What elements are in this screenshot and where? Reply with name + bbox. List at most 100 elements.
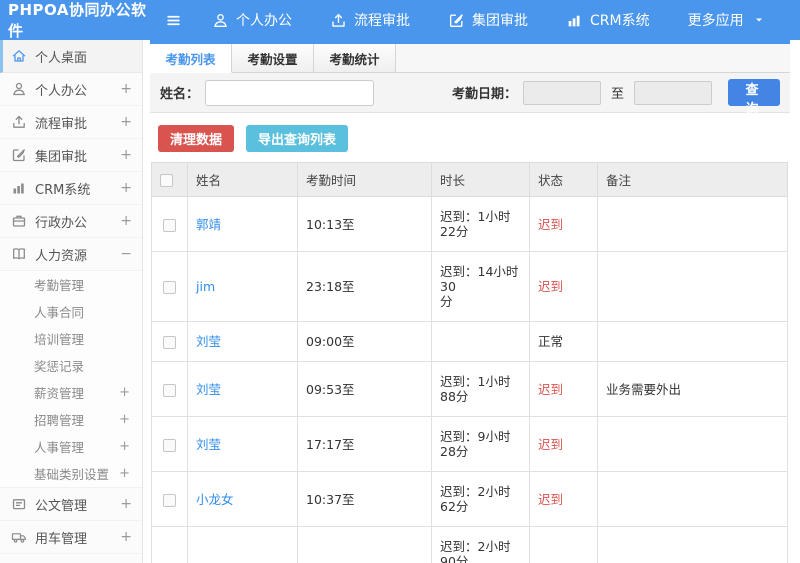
employee-name-link[interactable]: 刘莹 <box>196 437 221 452</box>
duration-cell: 迟到：2小时62分 <box>431 471 530 527</box>
table-row: 管理员 10:54至10:54 迟到：2小时90分早退：7小时10分 迟到/早退… <box>151 526 788 563</box>
employee-name-link[interactable]: 小龙女 <box>196 492 234 507</box>
bar-chart-icon <box>11 180 27 196</box>
topnav-more-apps[interactable]: 更多应用 <box>688 10 765 30</box>
expand-toggle[interactable]: + <box>120 496 132 512</box>
note-cell: 业务需要外出 <box>597 361 788 417</box>
expand-toggle[interactable]: + <box>119 385 130 400</box>
sidebar-item-crm[interactable]: CRM系统 + <box>0 172 142 205</box>
book-icon <box>11 246 27 262</box>
date-from-input[interactable] <box>523 80 602 105</box>
duration-cell: 迟到：2小时90分早退：7小时10分 <box>431 526 530 563</box>
employee-name-link[interactable]: 刘莹 <box>196 334 221 349</box>
search-button[interactable]: 查 询 <box>728 79 780 116</box>
expand-toggle[interactable]: + <box>119 412 130 427</box>
sub-item-label: 招聘管理 <box>34 413 85 428</box>
expand-toggle[interactable]: + <box>120 114 132 130</box>
sidebar-item-document-mgmt[interactable]: 公文管理 + <box>0 488 142 521</box>
sidebar-item-personnel-mgmt[interactable]: 人事管理 + <box>0 433 142 460</box>
expand-toggle[interactable]: + <box>120 180 132 196</box>
sub-item-label: 人事合同 <box>34 305 85 320</box>
employee-name-link[interactable]: jim <box>196 279 215 294</box>
header-time: 考勤时间 <box>297 162 432 197</box>
sidebar-item-label: 个人办公 <box>35 83 88 99</box>
workflow-icon <box>330 12 347 29</box>
sidebar-item-training-mgmt[interactable]: 培训管理 <box>0 325 142 352</box>
expand-toggle[interactable]: + <box>120 529 132 545</box>
home-icon <box>11 48 27 64</box>
sidebar-item-group-approval[interactable]: 集团审批 + <box>0 139 142 172</box>
status-badge: 迟到 <box>538 436 564 452</box>
menu-toggle-icon[interactable] <box>150 12 196 29</box>
document-icon <box>11 496 27 512</box>
sub-item-label: 薪资管理 <box>34 386 85 401</box>
clear-data-button[interactable]: 清理数据 <box>158 125 235 152</box>
row-checkbox[interactable] <box>163 493 176 507</box>
sub-item-label: 基础类别设置 <box>34 467 110 482</box>
attendance-table: 姓名 考勤时间 时长 状态 备注 郭靖 10:13至 迟到：1小时22分 迟到 … <box>151 162 788 563</box>
table-header-row: 姓名 考勤时间 时长 状态 备注 <box>151 162 788 197</box>
bar-chart-icon <box>566 12 583 29</box>
duration-cell: 迟到：1小时22分 <box>431 196 530 252</box>
expand-toggle[interactable]: + <box>119 439 130 454</box>
main-content: 考勤列表 考勤设置 考勤统计 姓名： 考勤日期： 至 查 询 清理数据 导出查询… <box>150 40 790 563</box>
expand-toggle[interactable]: + <box>120 213 132 229</box>
sidebar-item-recruit-mgmt[interactable]: 招聘管理 + <box>0 406 142 433</box>
attendance-time: 09:53至 <box>297 361 432 417</box>
top-nav: 个人办公 流程审批 集团审批 CRM系统 更多应用 <box>212 10 765 30</box>
sidebar-item-reward-punishment[interactable]: 奖惩记录 <box>0 352 142 379</box>
tab-bar: 考勤列表 考勤设置 考勤统计 <box>150 44 790 73</box>
duration-cell: 迟到：9小时28分 <box>431 416 530 472</box>
export-list-button[interactable]: 导出查询列表 <box>246 125 349 152</box>
status-badge: 迟到 <box>538 216 564 232</box>
user-icon <box>11 81 27 97</box>
sidebar-item-vehicle-mgmt[interactable]: 用车管理 + <box>0 521 142 554</box>
topnav-crm[interactable]: CRM系统 <box>566 10 650 30</box>
sidebar-item-workflow-approval[interactable]: 流程审批 + <box>0 106 142 139</box>
note-cell: 1111 <box>597 526 788 563</box>
sidebar-item-salary-mgmt[interactable]: 薪资管理 + <box>0 379 142 406</box>
user-icon <box>212 12 229 29</box>
sidebar-item-label: 人力资源 <box>35 248 88 264</box>
workflow-icon <box>11 114 27 130</box>
name-filter-input[interactable] <box>205 79 375 106</box>
date-to-input[interactable] <box>634 80 713 105</box>
table-row: 刘莹 09:53至 迟到：1小时88分 迟到 业务需要外出 <box>151 361 788 417</box>
row-checkbox[interactable] <box>163 336 176 349</box>
row-checkbox[interactable] <box>163 218 176 232</box>
tab-attendance-settings[interactable]: 考勤设置 <box>232 44 314 72</box>
sidebar-item-attendance-mgmt[interactable]: 考勤管理 <box>0 271 142 298</box>
sidebar-item-label: 行政办公 <box>35 215 88 231</box>
sidebar: 个人桌面 个人办公 + 流程审批 + 集团审批 + CRM系统 + 行政办公 +… <box>0 40 143 563</box>
status-badge: 迟到 <box>538 381 564 397</box>
expand-toggle[interactable]: + <box>120 81 132 97</box>
topnav-workflow-approval[interactable]: 流程审批 <box>330 10 410 30</box>
sidebar-item-hr[interactable]: 人力资源 − <box>0 238 142 271</box>
topnav-personal-office[interactable]: 个人办公 <box>212 10 292 30</box>
tab-attendance-list[interactable]: 考勤列表 <box>150 44 232 73</box>
sidebar-item-hr-contract[interactable]: 人事合同 <box>0 298 142 325</box>
row-checkbox[interactable] <box>163 383 176 397</box>
row-checkbox[interactable] <box>163 438 176 452</box>
sidebar-item-personal-office[interactable]: 个人办公 + <box>0 73 142 106</box>
employee-name-link[interactable]: 郭靖 <box>196 217 221 232</box>
expand-toggle[interactable]: + <box>120 147 132 163</box>
note-cell <box>597 321 788 362</box>
topnav-group-approval[interactable]: 集团审批 <box>448 10 528 30</box>
row-checkbox[interactable] <box>163 281 176 294</box>
sidebar-item-base-category-settings[interactable]: 基础类别设置 + <box>0 460 142 487</box>
sidebar-item-label: 流程审批 <box>35 116 88 132</box>
collapse-toggle[interactable]: − <box>120 246 132 262</box>
sidebar-item-admin-office[interactable]: 行政办公 + <box>0 205 142 238</box>
app-title: PHPOA协同办公软件 <box>8 1 147 40</box>
expand-toggle[interactable]: + <box>119 466 130 481</box>
tab-attendance-stats[interactable]: 考勤统计 <box>314 44 396 72</box>
attendance-time: 10:54至10:54 <box>297 526 432 563</box>
sidebar-item-personal-desktop[interactable]: 个人桌面 <box>0 40 142 73</box>
duration-cell <box>431 321 530 362</box>
select-all-checkbox[interactable] <box>160 174 173 187</box>
duration-cell: 迟到：14小时30 分 <box>431 251 530 322</box>
status-badge: 迟到 <box>538 491 564 507</box>
top-bar: PHPOA协同办公软件 个人办公 流程审批 集团审批 CRM系统 更多应用 <box>0 0 800 40</box>
employee-name-link[interactable]: 刘莹 <box>196 382 221 397</box>
